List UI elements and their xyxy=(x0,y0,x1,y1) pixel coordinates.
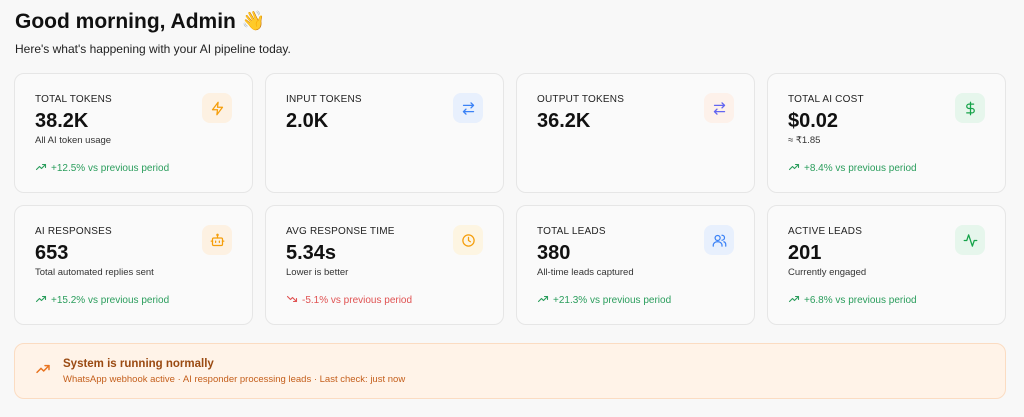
system-status-banner: System is running normally WhatsApp webh… xyxy=(14,343,1006,399)
stat-trend: +8.4% vs previous period xyxy=(788,161,917,176)
stat-subtext: ≈ ₹1.85 xyxy=(788,135,821,146)
stat-card-active-leads: ACTIVE LEADS 201 Currently engaged +6.8% v… xyxy=(767,205,1006,325)
greeting-text: Good morning, Admin xyxy=(15,10,236,33)
stat-trend: +21.3% vs previous period xyxy=(537,293,671,308)
arrows-exchange-icon xyxy=(704,93,734,123)
stat-card-total-ai-cost: TOTAL AI COST $0.02 ≈ ₹1.85 +8.4% vs previ… xyxy=(767,73,1006,193)
stat-card-ai-responses: AI RESPONSES 653 Total automated replies … xyxy=(14,205,253,325)
trend-text: +12.5% vs previous period xyxy=(51,163,170,174)
stat-card-avg-response-time: AVG RESPONSE TIME 5.34s Lower is better -5… xyxy=(265,205,504,325)
stat-card-input-tokens: INPUT TOKENS 2.0K xyxy=(265,73,504,193)
stat-subtext: Lower is better xyxy=(286,267,349,278)
robot-icon xyxy=(202,225,232,255)
status-detail: WhatsApp webhook active · AI responder p… xyxy=(63,373,406,385)
stat-subtext: Total automated replies sent xyxy=(35,267,154,278)
stat-trend: -5.1% vs previous period xyxy=(286,293,412,308)
stat-card-output-tokens: OUTPUT TOKENS 36.2K xyxy=(516,73,755,193)
trend-text: +15.2% vs previous period xyxy=(51,295,170,306)
trend-text: +6.8% vs previous period xyxy=(804,295,917,306)
stat-subtext: Currently engaged xyxy=(788,267,867,278)
stat-card-total-tokens: TOTAL TOKENS 38.2K All AI token usage +12.… xyxy=(14,73,253,193)
dollar-icon xyxy=(955,93,985,123)
stat-card-total-leads: TOTAL LEADS 380 All-time leads captured +2… xyxy=(516,205,755,325)
page-subtitle: Here's what's happening with your AI pip… xyxy=(15,42,291,56)
stat-subtext: All AI token usage xyxy=(35,135,112,146)
trending-up-icon xyxy=(537,293,549,308)
wave-emoji: 👋 xyxy=(241,11,266,32)
bolt-icon xyxy=(202,93,232,123)
trending-up-icon xyxy=(788,161,800,176)
page-title: Good morning, Admin 👋 xyxy=(15,10,291,34)
trend-text: +21.3% vs previous period xyxy=(553,295,672,306)
stat-trend: +6.8% vs previous period xyxy=(788,293,917,308)
trending-up-icon xyxy=(35,161,47,176)
trend-text: -5.1% vs previous period xyxy=(302,295,413,306)
users-icon xyxy=(704,225,734,255)
page-header: Good morning, Admin 👋 Here's what's happ… xyxy=(15,10,291,56)
stats-grid: TOTAL TOKENS 38.2K All AI token usage +12.… xyxy=(14,73,1006,325)
trending-down-icon xyxy=(286,293,298,308)
trending-up-icon xyxy=(788,293,800,308)
trend-text: +8.4% vs previous period xyxy=(804,163,917,174)
trending-up-icon xyxy=(35,293,47,308)
activity-icon xyxy=(955,225,985,255)
status-title: System is running normally xyxy=(63,357,214,370)
stat-trend: +15.2% vs previous period xyxy=(35,293,169,308)
stat-trend: +12.5% vs previous period xyxy=(35,161,169,176)
clock-icon xyxy=(453,225,483,255)
arrows-exchange-icon xyxy=(453,93,483,123)
trending-up-icon xyxy=(35,361,51,382)
stat-subtext: All-time leads captured xyxy=(537,267,634,278)
